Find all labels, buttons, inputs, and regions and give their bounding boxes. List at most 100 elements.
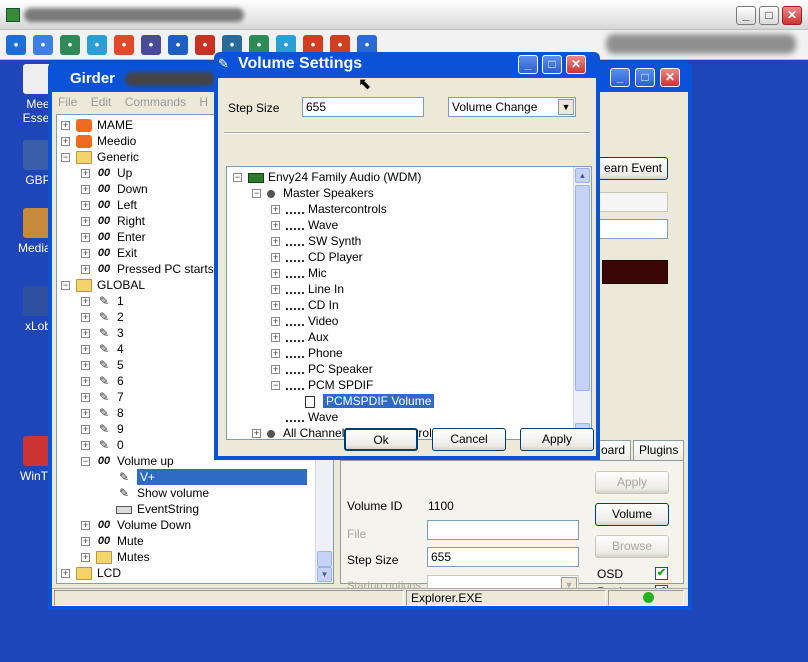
collapse-icon[interactable]: −: [252, 189, 261, 199]
expand-icon[interactable]: +: [271, 333, 280, 343]
expand-icon[interactable]: +: [81, 201, 90, 211]
tree-item[interactable]: +00 Exit: [81, 245, 137, 261]
mixer-tree-item[interactable]: + Phone: [271, 345, 343, 361]
expand-icon[interactable]: +: [81, 537, 90, 547]
expand-icon[interactable]: +: [81, 313, 90, 323]
expand-icon[interactable]: +: [81, 345, 90, 355]
expand-icon[interactable]: +: [81, 217, 90, 227]
tree-scroll-thumb[interactable]: [317, 551, 332, 567]
tree-item[interactable]: + ✎ 8: [81, 405, 124, 421]
tree-item[interactable]: +00 Left: [81, 197, 137, 213]
tree-item[interactable]: + LCD: [61, 565, 121, 581]
expand-icon[interactable]: +: [271, 253, 280, 263]
tree-item[interactable]: + ✎ 2: [81, 309, 124, 325]
mixer-scroll-up[interactable]: ▲: [575, 168, 590, 183]
expand-icon[interactable]: +: [271, 269, 280, 279]
tree-item[interactable]: ✎ V+: [101, 469, 307, 485]
chevron-down-icon[interactable]: ▼: [558, 99, 574, 115]
minimize-button[interactable]: _: [736, 6, 756, 25]
mixer-tree-item[interactable]: + Mic: [271, 265, 327, 281]
expand-icon[interactable]: +: [81, 233, 90, 243]
refresh-icon[interactable]: •: [87, 35, 107, 55]
menu-item[interactable]: H: [199, 95, 208, 109]
expand-icon[interactable]: +: [81, 441, 90, 451]
expand-icon[interactable]: +: [271, 301, 280, 311]
expand-icon[interactable]: +: [81, 425, 90, 435]
expand-icon[interactable]: +: [271, 349, 280, 359]
mixer-tree-item[interactable]: + Video: [271, 313, 338, 329]
expand-icon[interactable]: +: [81, 265, 90, 275]
tree-item[interactable]: + ✎ 3: [81, 325, 124, 341]
expand-icon[interactable]: +: [61, 137, 70, 147]
maximize-button[interactable]: □: [759, 6, 779, 25]
mixer-tree[interactable]: ▲ ▼ −Envy24 Family Audio (WDM)−Master Sp…: [226, 166, 592, 440]
info-icon[interactable]: •: [168, 35, 188, 55]
expand-icon[interactable]: +: [271, 205, 280, 215]
file-field[interactable]: [427, 520, 579, 540]
expand-icon[interactable]: +: [271, 317, 280, 327]
collapse-icon[interactable]: −: [61, 281, 70, 291]
mixer-tree-item[interactable]: − Envy24 Family Audio (WDM): [233, 169, 421, 185]
collapse-icon[interactable]: −: [271, 381, 280, 391]
menu-item[interactable]: Commands: [125, 95, 186, 109]
learn-event-button[interactable]: earn Event: [598, 157, 668, 180]
mixer-tree-item[interactable]: + Line In: [271, 281, 344, 297]
tree-item[interactable]: + ✎ 9: [81, 421, 124, 437]
windows-flag-icon[interactable]: •: [114, 35, 134, 55]
expand-icon[interactable]: +: [81, 377, 90, 387]
tree-scroll-down[interactable]: ▼: [317, 567, 332, 582]
tree-item[interactable]: + Meedio: [61, 133, 136, 149]
girder-maximize-button[interactable]: □: [635, 68, 655, 87]
ok-button[interactable]: Ok: [344, 428, 418, 451]
expand-icon[interactable]: +: [271, 285, 280, 295]
expand-icon[interactable]: +: [81, 361, 90, 371]
mixer-tree-item[interactable]: + SW Synth: [271, 233, 361, 249]
collapse-icon[interactable]: −: [233, 173, 242, 183]
mixer-scroll-thumb[interactable]: [575, 185, 590, 391]
tree-item[interactable]: +00 Down: [81, 181, 148, 197]
tree-item[interactable]: −00 Volume up: [81, 453, 174, 469]
step-size-field[interactable]: 655: [427, 547, 579, 567]
close-button[interactable]: ✕: [782, 6, 802, 25]
expand-icon[interactable]: +: [81, 329, 90, 339]
expand-icon[interactable]: +: [81, 297, 90, 307]
osd-checkbox[interactable]: ✔: [655, 567, 668, 580]
apply-button[interactable]: Apply: [595, 471, 669, 494]
expand-icon[interactable]: +: [81, 393, 90, 403]
mixer-tree-item[interactable]: + Aux: [271, 329, 329, 345]
tree-item[interactable]: + ✎ 6: [81, 373, 124, 389]
mixer-tree-item[interactable]: + CD Player: [271, 249, 363, 265]
menu-item[interactable]: File: [58, 95, 77, 109]
mixer-tree-item[interactable]: − Master Speakers: [252, 185, 374, 201]
tree-item[interactable]: ✎ Show volume: [101, 485, 209, 501]
expand-icon[interactable]: +: [271, 221, 280, 231]
tree-item[interactable]: + ✎ 5: [81, 357, 124, 373]
expand-icon[interactable]: +: [61, 121, 70, 131]
expand-icon[interactable]: +: [81, 553, 90, 563]
mixer-tree-item[interactable]: + Wave: [271, 217, 338, 233]
dialog-minimize-button[interactable]: _: [518, 55, 538, 74]
browse-button[interactable]: Browse: [595, 535, 669, 558]
window-icon[interactable]: •: [33, 35, 53, 55]
tree-item[interactable]: +00 Enter: [81, 229, 146, 245]
no-entry-icon[interactable]: •: [195, 35, 215, 55]
globe-icon[interactable]: •: [60, 35, 80, 55]
dialog-step-size-field[interactable]: 655: [302, 97, 424, 117]
tree-item[interactable]: + ✎ 1: [81, 293, 124, 309]
collapse-icon[interactable]: −: [81, 457, 90, 467]
tree-item[interactable]: + ✎ 4: [81, 341, 124, 357]
expand-icon[interactable]: +: [81, 249, 90, 259]
dialog-close-button[interactable]: ✕: [566, 55, 586, 74]
mixer-tree-item[interactable]: + CD In: [271, 297, 339, 313]
tree-item[interactable]: +00 Right: [81, 213, 145, 229]
mixer-tree-scrollbar[interactable]: ▲ ▼: [573, 167, 591, 439]
girder-minimize-button[interactable]: _: [610, 68, 630, 87]
collapse-icon[interactable]: −: [61, 153, 70, 163]
cancel-button[interactable]: Cancel: [432, 428, 506, 451]
blank-field-2[interactable]: [598, 219, 668, 239]
tree-item[interactable]: + MAME: [61, 117, 133, 133]
tool-icon-1[interactable]: •: [6, 35, 26, 55]
expand-icon[interactable]: +: [81, 185, 90, 195]
tab-plugins[interactable]: Plugins: [633, 440, 685, 460]
expand-icon[interactable]: +: [252, 429, 261, 439]
